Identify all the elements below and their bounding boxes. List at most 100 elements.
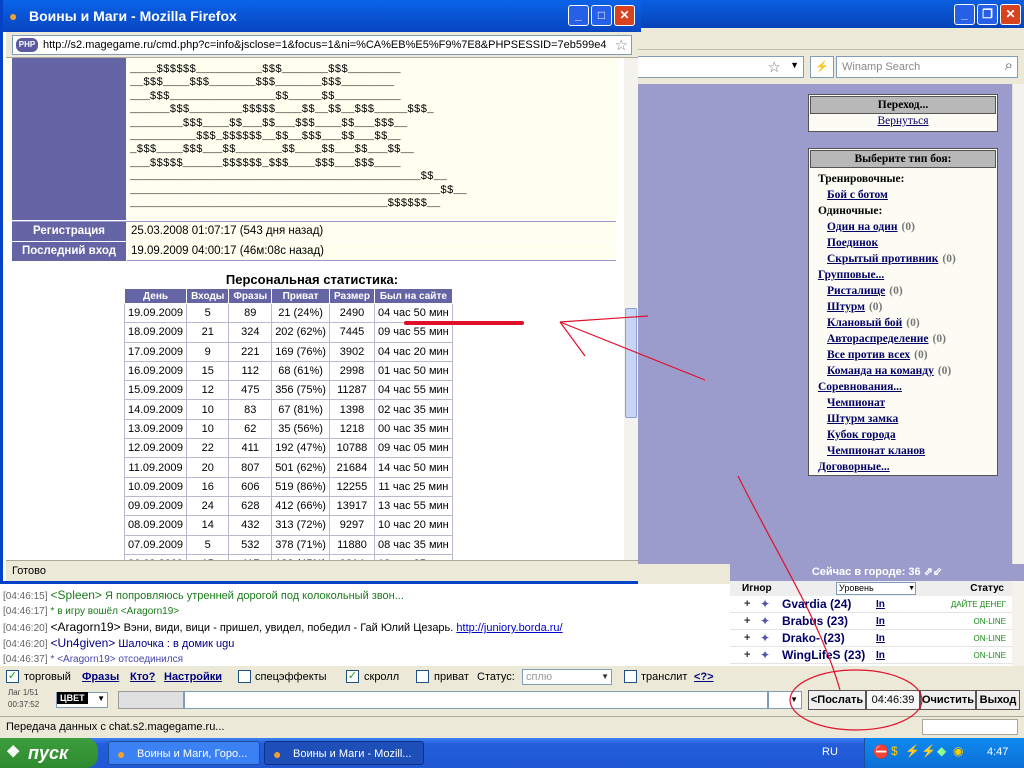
private-checkbox[interactable] xyxy=(416,670,429,683)
user-name[interactable]: Brabus (23) xyxy=(782,613,848,630)
color-select[interactable]: ЦВЕТ ▼ xyxy=(56,692,108,708)
exit-button[interactable]: Выход xyxy=(976,690,1020,710)
tray-icon-3[interactable]: ⚡ xyxy=(905,744,920,758)
popup-maximize-button[interactable]: □ xyxy=(591,5,612,26)
add-ignore-icon[interactable]: + xyxy=(744,647,750,664)
battle-link[interactable]: Соревнования... xyxy=(818,381,902,393)
battle-item[interactable]: Чемпионат кланов xyxy=(809,443,997,459)
battle-link[interactable]: Ристалище xyxy=(827,285,885,297)
tray-icon-5[interactable]: ◆ xyxy=(937,744,946,758)
online-user-row[interactable]: + ✦ WingLifeS (23) In ON-LINE xyxy=(730,647,1024,664)
online-scrollbar[interactable] xyxy=(1012,581,1024,666)
popup-bookmark-star-icon[interactable]: ☆ xyxy=(615,36,628,54)
chat-author[interactable]: <Spleen> xyxy=(51,588,102,602)
tray-icon-6[interactable]: ◉ xyxy=(953,744,963,758)
user-info-link[interactable]: In xyxy=(876,596,885,613)
language-indicator[interactable]: RU xyxy=(822,746,838,758)
battle-item[interactable]: Договорные... xyxy=(809,459,997,475)
start-button[interactable]: ❖ пуск xyxy=(0,738,98,768)
online-user-row[interactable]: + ✦ Gvardia (24) In ДАЙТЕ ДЕНЕГ xyxy=(730,596,1024,613)
search-icon[interactable]: ⌕ xyxy=(1005,57,1013,74)
popup-address-bar[interactable]: PHP http://s2.magegame.ru/cmd.php?c=info… xyxy=(12,35,632,55)
battle-item[interactable]: Команда на команду (0) xyxy=(809,363,997,379)
back-link[interactable]: Вернуться xyxy=(877,115,928,127)
clear-button[interactable]: Очистить xyxy=(920,690,976,710)
battle-item[interactable]: Кубок города xyxy=(809,427,997,443)
popup-minimize-button[interactable]: _ xyxy=(568,5,589,26)
battle-link[interactable]: Один на один xyxy=(827,221,897,233)
battle-link[interactable]: Штурм замка xyxy=(827,413,898,425)
battle-link[interactable]: Поединок xyxy=(827,237,878,249)
online-user-row[interactable]: + ✦ Drako- (23) In ON-LINE xyxy=(730,630,1024,647)
chat-input-prefix[interactable] xyxy=(118,691,184,709)
user-name[interactable]: Gvardia (24) xyxy=(782,596,851,613)
add-ignore-icon[interactable]: + xyxy=(744,630,750,647)
level-sort-select[interactable]: Уровень ▼ xyxy=(836,582,916,595)
battle-item[interactable]: Один на один (0) xyxy=(809,219,997,235)
battle-link[interactable]: Бой с ботом xyxy=(827,189,888,201)
phrases-link[interactable]: Фразы xyxy=(82,671,119,683)
bookmark-star-icon[interactable]: ☆ xyxy=(768,58,781,76)
battle-link[interactable]: Автораспределение xyxy=(827,333,929,345)
battle-link[interactable]: Кубок города xyxy=(827,429,896,441)
battle-item[interactable]: Соревнования... xyxy=(809,379,997,395)
battle-item[interactable]: Все против всех (0) xyxy=(809,347,997,363)
effects-checkbox[interactable] xyxy=(238,670,251,683)
online-user-row[interactable]: + ✦ Brabus (23) In ON-LINE xyxy=(730,613,1024,630)
status-select[interactable]: сплю ▼ xyxy=(522,669,612,685)
battle-item[interactable]: Штурм (0) xyxy=(809,299,997,315)
user-name[interactable]: Drako- (23) xyxy=(782,630,845,647)
battle-item[interactable]: Скрытый противник (0) xyxy=(809,251,997,267)
add-ignore-icon[interactable]: + xyxy=(744,613,750,630)
tray-icon-4[interactable]: ⚡ xyxy=(921,744,936,758)
minimize-button[interactable]: _ xyxy=(954,4,975,25)
taskbar-item-1[interactable]: ● Воины и Маги, Горо... xyxy=(108,741,260,765)
battle-link[interactable]: Штурм xyxy=(827,301,865,313)
page-scrollbar[interactable] xyxy=(1012,84,1024,564)
battle-link[interactable]: Скрытый противник xyxy=(827,253,938,265)
popup-scroll-thumb[interactable] xyxy=(625,308,637,418)
user-name[interactable]: WingLifeS (23) xyxy=(782,647,865,664)
battle-item[interactable]: Автораспределение (0) xyxy=(809,331,997,347)
battle-link[interactable]: Чемпионат кланов xyxy=(827,445,925,457)
taskbar-item-2[interactable]: ● Воины и Маги - Mozill... xyxy=(264,741,424,765)
translit-checkbox[interactable] xyxy=(624,670,637,683)
chat-message-input[interactable] xyxy=(184,691,768,709)
battle-item[interactable]: Поединок xyxy=(809,235,997,251)
battle-link[interactable]: Чемпионат xyxy=(827,397,885,409)
tray-icon-2[interactable]: $ xyxy=(891,744,898,758)
who-link[interactable]: Кто? xyxy=(130,671,155,683)
search-engine-icon[interactable]: ⚡ xyxy=(810,56,834,78)
recipient-select[interactable]: ▼ xyxy=(768,691,802,709)
battle-item[interactable]: Ристалище (0) xyxy=(809,283,997,299)
address-bar[interactable]: ☆ ▼ xyxy=(636,56,804,78)
user-info-link[interactable]: In xyxy=(876,647,885,664)
scroll-checkbox[interactable]: ✓ xyxy=(346,670,359,683)
tray-icon-1[interactable]: ⛔ xyxy=(873,744,889,760)
battle-link[interactable]: Договорные... xyxy=(818,461,890,473)
chat-link[interactable]: http://juniory.borda.ru/ xyxy=(456,622,562,634)
close-button[interactable]: ✕ xyxy=(1000,4,1021,25)
send-button[interactable]: <Послать xyxy=(808,690,866,710)
popup-close-button[interactable]: ✕ xyxy=(614,5,635,26)
battle-item[interactable]: Групповые... xyxy=(809,267,997,283)
battle-link[interactable]: Групповые... xyxy=(818,269,884,281)
dropdown-arrow-icon[interactable]: ▼ xyxy=(790,60,799,70)
popup-scrollbar[interactable] xyxy=(624,58,638,560)
battle-item[interactable]: Бой с ботом xyxy=(809,187,997,203)
battle-item[interactable]: Клановый бой (0) xyxy=(809,315,997,331)
battle-link[interactable]: Все против всех xyxy=(827,349,910,361)
chat-author[interactable]: <Un4given> xyxy=(51,636,116,650)
user-info-link[interactable]: In xyxy=(876,613,885,630)
battle-item[interactable]: Чемпионат xyxy=(809,395,997,411)
battle-link[interactable]: Команда на команду xyxy=(827,365,934,377)
settings-link[interactable]: Настройки xyxy=(164,671,222,683)
refresh-icon[interactable]: ⇗⇙ xyxy=(924,566,942,578)
maximize-button[interactable]: ❐ xyxy=(977,4,998,25)
trade-checkbox[interactable]: ✓ xyxy=(6,670,19,683)
winamp-search-input[interactable]: Winamp Search ⌕ xyxy=(836,56,1018,78)
battle-link[interactable]: Клановый бой xyxy=(827,317,902,329)
add-ignore-icon[interactable]: + xyxy=(744,596,750,613)
translit-help-link[interactable]: <?> xyxy=(694,671,714,683)
user-info-link[interactable]: In xyxy=(876,630,885,647)
